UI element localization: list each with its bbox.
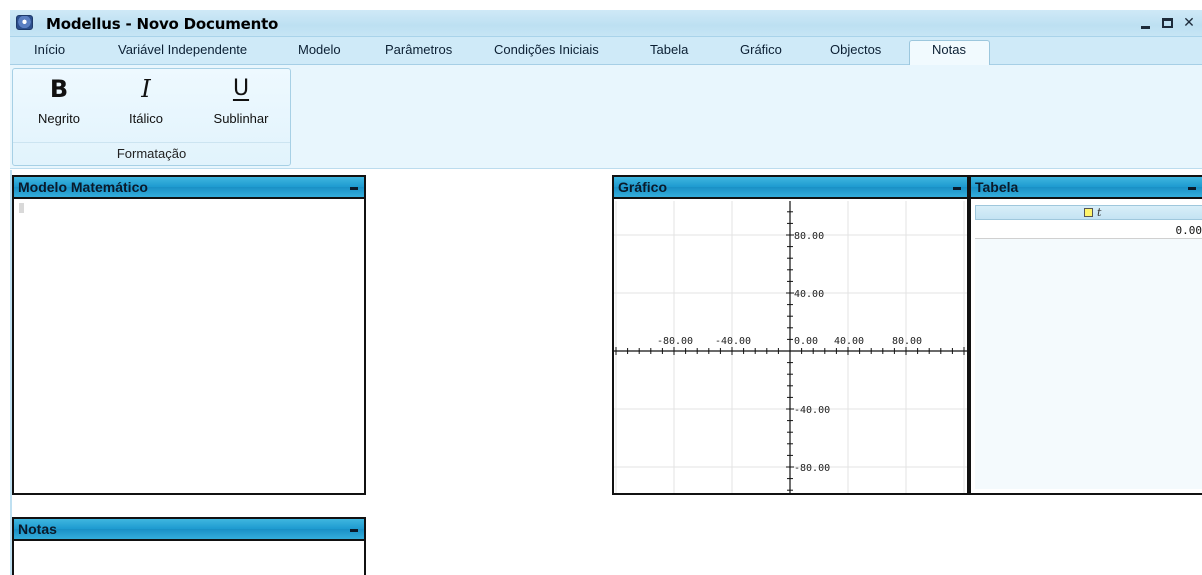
minimize-icon [1140, 25, 1150, 29]
tab-parametros[interactable]: Parâmetros [385, 42, 452, 57]
graph-panel-title: Gráfico [618, 179, 668, 195]
tab-grafico[interactable]: Gráfico [740, 42, 782, 57]
graph-canvas[interactable]: -80.00 -40.00 0.00 40.00 80.00 80.00 40.00 -40… [614, 201, 967, 493]
model-panel-title: Modelo Matemático [18, 179, 148, 195]
bold-button[interactable]: B Negrito [19, 73, 99, 137]
x-tick-label: 0.00 [794, 336, 818, 347]
model-editor[interactable] [14, 201, 364, 493]
table-body [975, 239, 1202, 489]
ribbon: B Negrito I Itálico U Sublinhar Formataç… [10, 65, 1202, 169]
x-tick-label: 40.00 [834, 336, 864, 347]
minimize-panel-icon[interactable] [953, 187, 961, 190]
tab-notas[interactable]: Notas [932, 42, 966, 57]
tab-inicio[interactable]: Início [34, 42, 65, 57]
maximize-button[interactable] [1156, 12, 1178, 34]
window-controls: ✕ [1134, 12, 1200, 34]
table-column-header[interactable]: t [975, 205, 1202, 220]
y-tick-label: 80.00 [794, 231, 824, 242]
y-tick-label: 40.00 [794, 289, 824, 300]
formatting-group: B Negrito I Itálico U Sublinhar Formataç… [12, 68, 291, 166]
model-panel-header[interactable]: Modelo Matemático [14, 177, 364, 199]
table-cell[interactable]: 0.00 [1176, 224, 1202, 237]
menu-tabs: Início Variável Independente Modelo Parâ… [10, 37, 1202, 67]
notes-panel: Notas [12, 517, 366, 575]
table-panel-header[interactable]: Tabela [971, 177, 1202, 199]
minimize-button[interactable] [1134, 12, 1156, 34]
notes-panel-header[interactable]: Notas [14, 519, 364, 541]
close-button[interactable]: ✕ [1178, 12, 1200, 34]
minimize-panel-icon[interactable] [1188, 187, 1196, 190]
graph-panel: Gráfico -80.00 -40.00 0.00 40.00 80.00 80.00… [612, 175, 969, 495]
model-panel: Modelo Matemático [12, 175, 366, 495]
x-tick-label: -80.00 [657, 336, 693, 347]
underline-label: Sublinhar [213, 111, 269, 126]
bold-label: Negrito [38, 111, 80, 126]
formatting-group-label: Formatação [116, 146, 187, 161]
underline-icon: U [232, 76, 250, 101]
x-tick-label: 80.00 [892, 336, 922, 347]
minimize-panel-icon[interactable] [350, 529, 358, 532]
tab-condicoes-iniciais[interactable]: Condições Iniciais [494, 42, 599, 57]
table-panel: Tabela t 0.00 [969, 175, 1202, 495]
variable-color-swatch-icon [1084, 208, 1093, 217]
close-icon: ✕ [1183, 15, 1195, 31]
italic-label: Itálico [129, 111, 163, 126]
tab-tabela[interactable]: Tabela [650, 42, 688, 57]
italic-button[interactable]: I Itálico [106, 73, 186, 137]
italic-icon: I [141, 75, 151, 103]
window-title: Modellus - Novo Documento [46, 15, 279, 33]
notes-panel-title: Notas [18, 521, 57, 537]
y-tick-label: -80.00 [794, 463, 830, 474]
minimize-panel-icon[interactable] [350, 187, 358, 190]
y-tick-label: -40.00 [794, 405, 830, 416]
graph-panel-header[interactable]: Gráfico [614, 177, 967, 199]
x-tick-label: -40.00 [715, 336, 751, 347]
tab-modelo[interactable]: Modelo [298, 42, 341, 57]
group-divider [13, 142, 290, 143]
app-logo-icon[interactable] [16, 15, 33, 30]
table-panel-title: Tabela [975, 179, 1019, 195]
tab-variavel-independente[interactable]: Variável Independente [118, 42, 247, 57]
column-variable-name: t [1097, 206, 1102, 219]
modellus-window: Modellus - Novo Documento ✕ Início Variá… [0, 0, 1202, 575]
title-bar: Modellus - Novo Documento ✕ [10, 10, 1202, 37]
maximize-icon [1161, 18, 1173, 28]
tab-objectos[interactable]: Objectos [830, 42, 881, 57]
underline-button[interactable]: U Sublinhar [201, 73, 281, 137]
bold-icon: B [49, 75, 69, 103]
